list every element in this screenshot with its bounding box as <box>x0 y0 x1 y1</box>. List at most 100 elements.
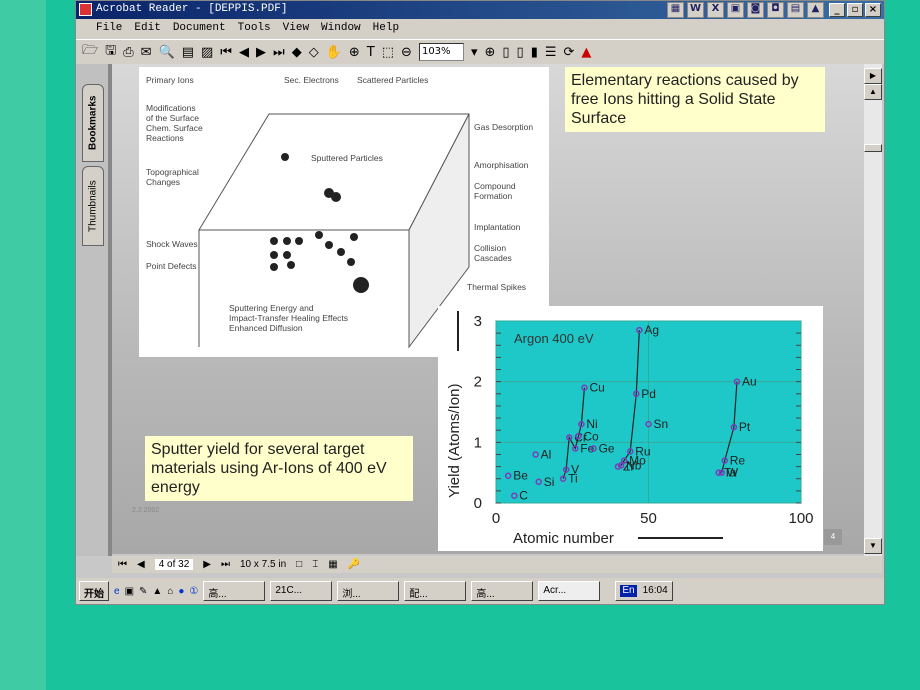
text-select-icon[interactable]: T <box>367 45 375 60</box>
quicklaunch-icon[interactable]: ✎ <box>139 586 147 597</box>
page-indicator[interactable]: 4 of 32 <box>154 559 194 570</box>
menu-tools[interactable]: Tools <box>238 22 271 39</box>
forward-icon[interactable]: ◇ <box>309 45 319 60</box>
next-page-icon[interactable]: ▶ <box>203 559 211 570</box>
menu-help[interactable]: Help <box>373 22 399 39</box>
taskbar-item-active[interactable]: Acr... <box>538 581 601 601</box>
taskbar-item[interactable]: 21C... <box>270 581 333 601</box>
lang-indicator[interactable]: En <box>620 585 637 597</box>
label-amorphisation: Amorphisation <box>474 160 529 170</box>
taskbar-item[interactable]: 配... <box>404 581 467 601</box>
quicklaunch-icon[interactable]: ● <box>178 586 184 597</box>
quicklaunch-icon[interactable]: ▣ <box>125 586 134 597</box>
fit-page-icon[interactable]: ▯ <box>517 45 524 60</box>
zoom-dropdown-icon[interactable]: ▾ <box>471 45 478 60</box>
label-surface-modifications: Modifications of the Surface Chem. Surfa… <box>146 103 203 143</box>
menu-file[interactable]: File <box>96 22 122 39</box>
data-label-Cu: Cu <box>589 381 604 395</box>
data-label-Ru: Ru <box>635 444 650 458</box>
app-icon: ◙ <box>747 2 764 18</box>
word-icon: W <box>687 2 704 18</box>
reflow-icon[interactable]: ☰ <box>545 45 557 60</box>
quicklaunch-icon[interactable]: ① <box>189 586 198 597</box>
close-button[interactable]: × <box>865 3 881 17</box>
label-sputtering-energy: Sputtering Energy and Impact-Transfer He… <box>229 303 349 333</box>
acrobat-window: Acrobat Reader - [DEPPIS.PDF] ▦ W X ▣ ◙ ◘ ▤ ▲ _… <box>75 0 885 605</box>
menu-document[interactable]: Document <box>173 22 226 39</box>
acrobat-icon <box>79 3 92 16</box>
taskbar: 开始 e ▣ ✎ ▲ ⌂ ● ① 高... 21C... 浏... 配... 高... Ac… <box>76 578 884 604</box>
open-icon[interactable]: 🗁 <box>82 41 98 63</box>
back-icon[interactable]: ◆ <box>292 45 302 60</box>
scroll-thumb[interactable] <box>864 144 882 152</box>
prev-page-icon[interactable]: ◀ <box>239 45 249 60</box>
data-label-V: V <box>571 463 579 477</box>
find-icon[interactable]: 🔍 <box>159 45 175 60</box>
slide-date: 2.2.2002 <box>132 507 160 514</box>
quicklaunch-ie-icon[interactable]: e <box>114 586 120 597</box>
scroll-up-button[interactable]: ▲ <box>864 84 882 100</box>
print-icon[interactable]: ⎙ <box>123 45 133 60</box>
continuous-icon[interactable]: ⌶ <box>312 559 318 570</box>
show-pane-icon[interactable]: ▤ <box>182 45 194 60</box>
menu-view[interactable]: View <box>283 22 309 39</box>
note-elementary-reactions: Elementary reactions caused by free Ions… <box>565 67 825 132</box>
status-bar: ⏮ ◀ 4 of 32 ▶ ⏭ 10 x 7.5 in □ ⌶ ▦ 🔑 <box>112 556 882 573</box>
last-page-icon[interactable]: ⏭ <box>273 45 285 60</box>
email-icon[interactable]: ✉ <box>141 45 152 60</box>
label-compound-formation: Compound Formation <box>474 181 516 201</box>
app-icon: ▤ <box>787 2 804 18</box>
taskbar-item[interactable]: 高... <box>203 581 266 601</box>
fit-width-icon[interactable]: ▮ <box>531 45 538 60</box>
last-page-icon[interactable]: ⏭ <box>221 559 230 570</box>
adobe-logo-icon[interactable]: ▲ <box>581 45 591 60</box>
rotate-icon[interactable]: ⟳ <box>564 45 575 60</box>
data-label-Re: Re <box>730 454 746 468</box>
page-number-badge: 4 <box>824 529 842 545</box>
acrobat-icon: ▲ <box>807 2 824 18</box>
y-tick-label: 3 <box>474 313 482 330</box>
facing-icon[interactable]: ▦ <box>328 559 337 570</box>
document-page: Primary Ions Sec. Electrons Scattered Pa… <box>112 64 864 554</box>
minimize-button[interactable]: _ <box>829 3 845 17</box>
prev-page-icon[interactable]: ◀ <box>137 559 145 570</box>
actual-size-icon[interactable]: ▯ <box>502 45 509 60</box>
save-icon[interactable]: 🖫 <box>105 41 116 63</box>
single-page-icon[interactable]: □ <box>296 559 302 570</box>
data-label-Ni: Ni <box>586 417 597 431</box>
menu-window[interactable]: Window <box>321 22 361 39</box>
graphics-select-icon[interactable]: ⬚ <box>382 45 394 60</box>
y-tick-label: 1 <box>474 434 482 451</box>
menu-edit[interactable]: Edit <box>134 22 160 39</box>
window-title: Acrobat Reader - [DEPPIS.PDF] <box>96 3 288 15</box>
hand-tool-icon[interactable]: ✋ <box>326 45 342 60</box>
system-tray: En 16:04 <box>615 581 673 601</box>
data-label-Co: Co <box>583 429 599 443</box>
image-icon[interactable]: ▨ <box>201 45 213 60</box>
scroll-down-button[interactable]: ▼ <box>864 538 882 554</box>
taskbar-item[interactable]: 高... <box>471 581 534 601</box>
quicklaunch-icon[interactable]: ⌂ <box>167 586 173 597</box>
zoom-input[interactable]: 103% <box>418 43 464 61</box>
slide-margin <box>0 0 46 690</box>
data-label-Ge: Ge <box>599 441 615 455</box>
tab-thumbnails[interactable]: Thumbnails <box>82 166 104 246</box>
scroll-up-button[interactable]: ▶ <box>864 68 882 84</box>
first-page-icon[interactable]: ⏮ <box>118 559 127 570</box>
page-size: 10 x 7.5 in <box>240 559 287 570</box>
zoom-in-icon[interactable]: ⊕ <box>484 45 495 60</box>
first-page-icon[interactable]: ⏮ <box>220 45 232 60</box>
maximize-button[interactable]: ▫ <box>847 3 863 17</box>
y-tick-label: 0 <box>474 495 482 512</box>
next-page-icon[interactable]: ▶ <box>256 45 266 60</box>
label-shock-waves: Shock Waves <box>146 239 198 249</box>
app-icon: ◘ <box>767 2 784 18</box>
taskbar-item[interactable]: 浏... <box>337 581 400 601</box>
label-thermal-spikes: Thermal Spikes <box>467 282 527 292</box>
tab-bookmarks[interactable]: Bookmarks <box>82 84 104 162</box>
start-button[interactable]: 开始 <box>79 581 109 601</box>
quicklaunch-icon[interactable]: ▲ <box>152 586 162 597</box>
zoom-out-icon[interactable]: ⊖ <box>401 45 412 60</box>
vertical-scrollbar[interactable]: ▶ ▲ ▼ <box>864 64 882 556</box>
zoom-tool-icon[interactable]: ⊕ <box>349 45 360 60</box>
